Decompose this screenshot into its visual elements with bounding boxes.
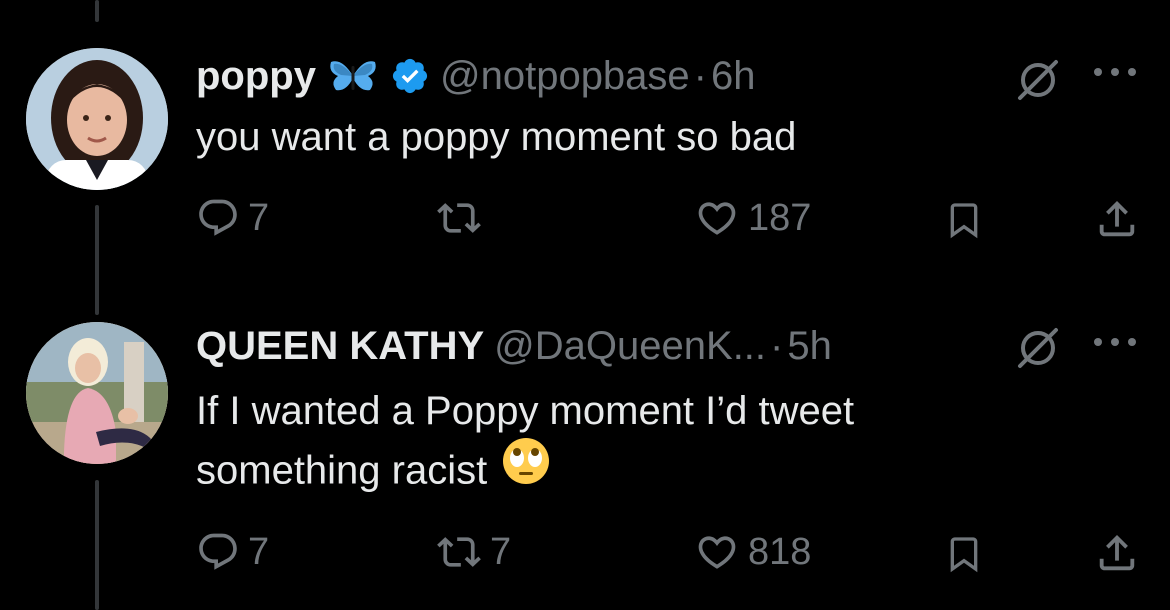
retweet-icon [437, 203, 481, 233]
tweet-text-line-with-emoji: something racist [196, 438, 854, 506]
thread-line-bottom [95, 480, 99, 610]
grok-icon[interactable] [1016, 58, 1060, 102]
bookmark-icon[interactable] [944, 198, 984, 242]
share-icon[interactable] [1094, 530, 1140, 576]
tweet-text: you want a poppy moment so bad [196, 108, 796, 166]
retweet-button[interactable]: 7 [436, 530, 511, 574]
thread-line-top [95, 0, 99, 22]
reply-count: 7 [248, 197, 270, 239]
handle[interactable]: @notpopbase [440, 56, 690, 96]
display-name[interactable]: QUEEN KATHY [196, 326, 484, 366]
avatar[interactable] [26, 322, 168, 464]
timestamp[interactable]: 5h [787, 326, 832, 366]
more-options-icon[interactable] [1090, 332, 1140, 352]
verified-badge-icon[interactable] [390, 56, 430, 96]
thread-line-middle [95, 205, 99, 315]
separator-dot: · [770, 324, 784, 368]
like-count: 187 [748, 197, 812, 239]
tweet-text-line: If I wanted a Poppy moment I’d tweet [196, 389, 855, 433]
avatar-image [26, 322, 168, 464]
avatar[interactable] [26, 48, 168, 190]
separator-dot: · [693, 54, 707, 98]
like-button[interactable]: 818 [694, 530, 811, 574]
tweet-text-line: you want a poppy moment so bad [196, 115, 797, 159]
butterfly-emoji-icon [328, 56, 378, 96]
timestamp[interactable]: 6h [711, 56, 756, 96]
like-count: 818 [748, 531, 812, 573]
reply-icon [199, 199, 237, 236]
reply-button[interactable]: 7 [196, 530, 269, 574]
grok-icon[interactable] [1016, 326, 1060, 370]
share-icon[interactable] [1094, 196, 1140, 242]
tweet-header: poppy @notpopbase · 6h [196, 56, 756, 96]
display-name[interactable]: poppy [196, 56, 316, 96]
retweet-button[interactable] [436, 196, 490, 240]
more-options-icon[interactable] [1090, 62, 1140, 82]
heart-icon [698, 202, 736, 235]
tweet-text-line: something racist [196, 448, 488, 493]
reply-icon [199, 533, 237, 570]
retweet-icon [437, 537, 481, 567]
like-button[interactable]: 187 [694, 196, 811, 240]
reply-count: 7 [248, 531, 270, 573]
handle[interactable]: @DaQueenK... [494, 326, 766, 366]
rolling-eyes-emoji-icon [501, 436, 551, 502]
avatar-image [26, 48, 168, 190]
retweet-count: 7 [490, 531, 512, 573]
bookmark-icon[interactable] [944, 532, 984, 576]
reply-button[interactable]: 7 [196, 196, 269, 240]
heart-icon [698, 536, 736, 569]
tweet-header: QUEEN KATHY @DaQueenK... · 5h [196, 326, 832, 366]
tweet-text: If I wanted a Poppy moment I’d tweet som… [196, 382, 854, 506]
